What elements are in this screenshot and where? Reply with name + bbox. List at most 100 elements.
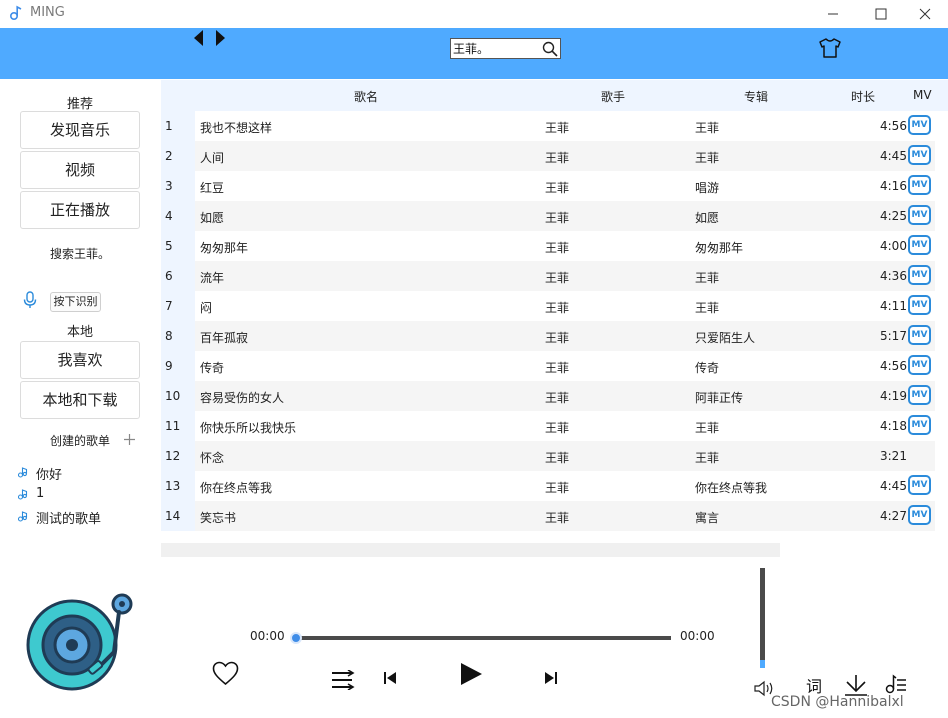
progress-bar[interactable] bbox=[296, 636, 671, 640]
add-playlist-icon[interactable] bbox=[123, 433, 136, 446]
playlist-mode-icon[interactable] bbox=[331, 670, 355, 690]
row-index: 6 bbox=[165, 269, 173, 283]
now-playing-button[interactable]: 正在播放 bbox=[20, 191, 140, 229]
volume-slider[interactable] bbox=[760, 568, 765, 668]
song-name: 你快乐所以我快乐 bbox=[200, 421, 297, 435]
table-row[interactable]: 7 闷 王菲 王菲 4:11 MV bbox=[161, 291, 935, 321]
video-button[interactable]: 视频 bbox=[20, 151, 140, 189]
song-album: 如愿 bbox=[695, 211, 720, 225]
song-duration: 5:17 bbox=[880, 329, 907, 343]
voice-recognize-button[interactable]: 按下识别 bbox=[50, 292, 101, 312]
song-name: 笑忘书 bbox=[200, 511, 237, 525]
search-input[interactable] bbox=[453, 40, 539, 57]
song-artist: 王菲 bbox=[545, 451, 570, 465]
song-artist: 王菲 bbox=[545, 361, 570, 375]
song-duration: 4:18 bbox=[880, 419, 907, 433]
close-button[interactable] bbox=[902, 0, 948, 28]
mv-icon[interactable]: MV bbox=[908, 295, 931, 315]
row-index: 10 bbox=[165, 389, 181, 403]
table-row[interactable]: 9 传奇 王菲 传奇 4:56 MV bbox=[161, 351, 935, 381]
song-album: 王菲 bbox=[695, 151, 720, 165]
song-duration: 4:45 bbox=[880, 149, 907, 163]
column-header-name[interactable]: 歌名 bbox=[354, 88, 378, 105]
row-index: 5 bbox=[165, 239, 173, 253]
play-icon[interactable] bbox=[459, 662, 483, 686]
row-index: 3 bbox=[165, 179, 173, 193]
table-row[interactable]: 10 容易受伤的女人 王菲 阿菲正传 4:19 MV bbox=[161, 381, 935, 411]
song-duration: 4:00 bbox=[880, 239, 907, 253]
music-note-icon bbox=[17, 511, 28, 522]
local-download-button[interactable]: 本地和下载 bbox=[20, 381, 140, 419]
table-vertical-scrollbar[interactable] bbox=[935, 111, 948, 206]
total-time: 00:00 bbox=[680, 629, 715, 643]
row-index: 11 bbox=[165, 419, 181, 433]
forward-arrow-icon[interactable] bbox=[215, 30, 225, 46]
row-index: 7 bbox=[165, 299, 173, 313]
mv-icon[interactable]: MV bbox=[908, 505, 931, 525]
song-name: 人间 bbox=[200, 151, 225, 165]
song-album: 阿菲正传 bbox=[695, 391, 744, 405]
song-duration: 4:16 bbox=[880, 179, 907, 193]
column-header-mv[interactable]: MV bbox=[913, 88, 932, 102]
table-row[interactable]: 12 怀念 王菲 王菲 3:21 bbox=[161, 441, 935, 471]
table-row[interactable]: 4 如愿 王菲 如愿 4:25 MV bbox=[161, 201, 935, 231]
mv-icon[interactable]: MV bbox=[908, 265, 931, 285]
table-row[interactable]: 8 百年孤寂 王菲 只爱陌生人 5:17 MV bbox=[161, 321, 935, 351]
vinyl-record-icon bbox=[26, 593, 133, 691]
heart-icon[interactable] bbox=[212, 661, 239, 686]
song-name: 匆匆那年 bbox=[200, 241, 249, 255]
close-icon bbox=[919, 8, 931, 20]
mv-icon[interactable]: MV bbox=[908, 115, 931, 135]
progress-handle[interactable] bbox=[290, 632, 302, 644]
song-name: 你在终点等我 bbox=[200, 481, 273, 495]
back-arrow-icon[interactable] bbox=[194, 30, 204, 46]
song-artist: 王菲 bbox=[545, 331, 570, 345]
table-row[interactable]: 13 你在终点等我 王菲 你在终点等我 4:45 MV bbox=[161, 471, 935, 501]
table-row[interactable]: 5 匆匆那年 王菲 匆匆那年 4:00 MV bbox=[161, 231, 935, 261]
table-row[interactable]: 3 红豆 王菲 唱游 4:16 MV bbox=[161, 171, 935, 201]
maximize-button[interactable] bbox=[858, 0, 904, 28]
next-icon[interactable] bbox=[544, 671, 558, 685]
mv-icon[interactable]: MV bbox=[908, 205, 931, 225]
table-row[interactable]: 1 我也不想这样 王菲 王菲 4:56 MV bbox=[161, 111, 935, 141]
search-box bbox=[450, 38, 561, 59]
table-row[interactable]: 6 流年 王菲 王菲 4:36 MV bbox=[161, 261, 935, 291]
song-album: 你在终点等我 bbox=[695, 481, 768, 495]
table-horizontal-scrollbar[interactable] bbox=[161, 543, 780, 557]
mv-icon[interactable]: MV bbox=[908, 355, 931, 375]
previous-icon[interactable] bbox=[383, 671, 397, 685]
song-name: 百年孤寂 bbox=[200, 331, 249, 345]
table-row[interactable]: 2 人间 王菲 王菲 4:45 MV bbox=[161, 141, 935, 171]
download-icon[interactable] bbox=[844, 674, 868, 696]
song-artist: 王菲 bbox=[545, 511, 570, 525]
song-album: 只爱陌生人 bbox=[695, 331, 756, 345]
table-row[interactable]: 14 笑忘书 王菲 寓言 4:27 MV bbox=[161, 501, 935, 531]
playlist-label: 测试的歌单 bbox=[36, 512, 102, 527]
song-album: 王菲 bbox=[695, 301, 720, 315]
table-row[interactable]: 11 你快乐所以我快乐 王菲 王菲 4:18 MV bbox=[161, 411, 935, 441]
row-index: 14 bbox=[165, 509, 181, 523]
row-index: 9 bbox=[165, 359, 173, 373]
minimize-button[interactable] bbox=[810, 0, 856, 28]
column-header-duration[interactable]: 时长 bbox=[851, 88, 875, 105]
favorites-button[interactable]: 我喜欢 bbox=[20, 341, 140, 379]
mv-icon[interactable]: MV bbox=[908, 415, 931, 435]
mv-icon[interactable]: MV bbox=[908, 325, 931, 345]
recommend-heading: 推荐 bbox=[66, 97, 93, 112]
discover-music-button[interactable]: 发现音乐 bbox=[20, 111, 140, 149]
mv-icon[interactable]: MV bbox=[908, 235, 931, 255]
column-header-artist[interactable]: 歌手 bbox=[601, 88, 625, 105]
mv-icon[interactable]: MV bbox=[908, 175, 931, 195]
microphone-icon[interactable] bbox=[23, 291, 37, 309]
search-status-text: 搜索王菲。 bbox=[50, 247, 111, 261]
song-duration: 4:19 bbox=[880, 389, 907, 403]
search-icon[interactable] bbox=[542, 41, 558, 57]
song-duration: 4:56 bbox=[880, 359, 907, 373]
skin-icon[interactable] bbox=[818, 38, 842, 58]
song-name: 容易受伤的女人 bbox=[200, 391, 285, 405]
mv-icon[interactable]: MV bbox=[908, 145, 931, 165]
mv-icon[interactable]: MV bbox=[908, 385, 931, 405]
column-header-album[interactable]: 专辑 bbox=[744, 88, 768, 105]
song-list-icon[interactable] bbox=[885, 674, 907, 694]
mv-icon[interactable]: MV bbox=[908, 475, 931, 495]
